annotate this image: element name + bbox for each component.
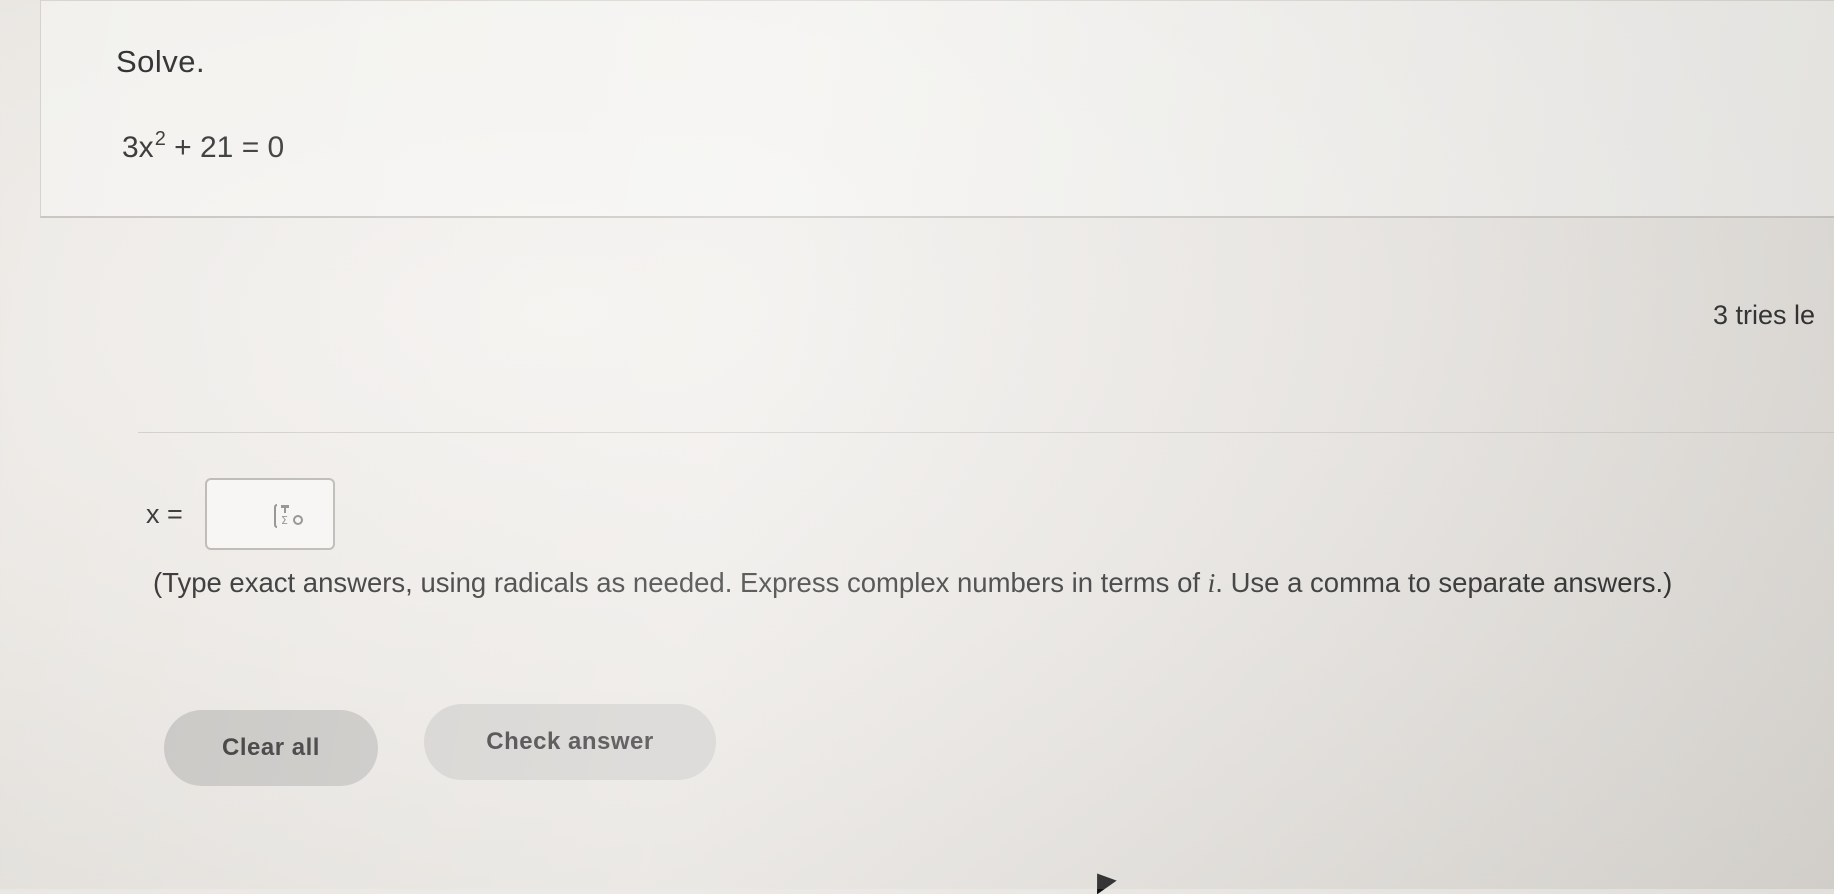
note-text-start: (Type exact answers, using radicals as n… <box>153 567 1208 598</box>
equation-remainder: + 21 = 0 <box>165 131 285 164</box>
question-equation: 3x2 + 21 = 0 <box>122 128 284 165</box>
equation-term: 3x <box>122 131 154 164</box>
answer-divider <box>138 432 1834 433</box>
svg-text:Σ: Σ <box>281 514 288 527</box>
check-answer-button[interactable]: Check answer <box>424 704 716 780</box>
answer-row: x = Σ <box>146 478 335 550</box>
clear-all-button[interactable]: Clear all <box>164 710 378 786</box>
answer-format-note: (Type exact answers, using radicals as n… <box>153 555 1713 611</box>
equation-exponent: 2 <box>154 128 166 150</box>
question-instruction: Solve. <box>116 44 206 79</box>
answer-input[interactable]: Σ <box>204 478 335 550</box>
answer-variable-label: x = <box>146 498 183 529</box>
tries-left-label: 3 tries le <box>1713 300 1816 330</box>
mouse-cursor-icon <box>1087 866 1117 894</box>
math-template-icon[interactable]: Σ <box>273 502 305 530</box>
question-panel <box>40 0 1834 218</box>
note-text-end: . Use a comma to separate answers.) <box>1215 567 1673 598</box>
